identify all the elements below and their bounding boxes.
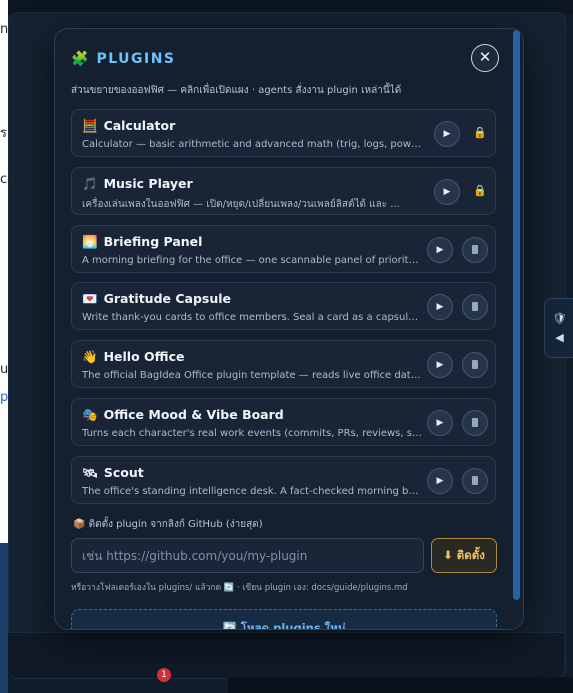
- plugin-card[interactable]: 🧮 Calculator Calculator — basic arithmetic…: [71, 109, 496, 157]
- plugin-description: Write thank-you cards to office members.…: [82, 312, 422, 323]
- lock-icon: 🔒: [473, 126, 487, 139]
- reload-plugins-button[interactable]: 🔄 โหลด plugins ใหม่: [71, 609, 497, 629]
- trash-icon: [472, 360, 478, 369]
- play-button[interactable]: ▶: [427, 468, 453, 494]
- lock-icon: 🔒: [473, 184, 487, 197]
- install-button[interactable]: ⬇ ติดตั้ง: [431, 538, 497, 573]
- install-hint: หรือวางโฟลเดอร์เองใน plugins/ แล้วกด 🔄 ·…: [71, 583, 408, 593]
- notification-badge: 1: [157, 668, 171, 682]
- plugin-description: Turns each character's real work events …: [82, 428, 422, 439]
- left-fragment-5: p: [0, 390, 9, 405]
- plugin-name-label: Briefing Panel: [103, 234, 203, 249]
- plugin-description: The office's standing intelligence desk.…: [82, 486, 422, 497]
- trash-icon: [472, 418, 478, 427]
- plugin-name: 🎵 Music Player: [82, 176, 193, 192]
- plugin-emoji-icon: 👋: [82, 349, 98, 364]
- trash-icon: [472, 476, 478, 485]
- left-fragment-3: ce: [0, 172, 16, 187]
- plugin-card[interactable]: 🛰 Scout The office's standing intelligence…: [71, 456, 496, 504]
- modal-scrollbar[interactable]: [513, 30, 520, 600]
- background-chat-bar: [8, 632, 564, 678]
- modal-header: 🧩 PLUGINS: [71, 47, 176, 71]
- trash-icon: [472, 302, 478, 311]
- plugin-name: 💌 Gratitude Capsule: [82, 291, 231, 307]
- left-fragment-2: ร: [0, 126, 7, 141]
- plugin-description: A morning briefing for the office — one …: [82, 255, 422, 266]
- plugin-description: Calculator — basic arithmetic and advanc…: [82, 139, 422, 150]
- plugin-emoji-icon: 💌: [82, 291, 98, 306]
- plugin-card[interactable]: 👋 Hello Office The official BagIdea Office…: [71, 340, 496, 388]
- plugin-description: เครื่องเล่นเพลงในออฟฟิศ — เปิด/หยุด/เปลี…: [82, 199, 400, 210]
- plugin-name-label: Office Mood & Vibe Board: [103, 407, 284, 422]
- plugin-emoji-icon: 🌅: [82, 234, 98, 249]
- plugins-modal: 🧩 PLUGINS ✕ ส่วนขยายของออฟฟิศ — คลิกเพื่…: [54, 28, 524, 630]
- plugin-card[interactable]: 💌 Gratitude Capsule Write thank-you cards …: [71, 282, 496, 330]
- collapse-left-icon: ◀: [555, 331, 564, 344]
- delete-button[interactable]: [462, 352, 488, 378]
- plugin-name: 🎭 Office Mood & Vibe Board: [82, 407, 284, 423]
- delete-button[interactable]: [462, 468, 488, 494]
- delete-button[interactable]: [462, 237, 488, 263]
- plugin-name-label: Calculator: [103, 118, 176, 133]
- plugin-emoji-icon: 🛰: [82, 465, 98, 480]
- plugin-description: The official BagIdea Office plugin templ…: [82, 370, 422, 381]
- background-bottom-strip: [228, 677, 573, 693]
- left-fragment-1: n: [0, 22, 9, 37]
- close-button[interactable]: ✕: [471, 44, 499, 72]
- install-section-label: 📦 ติดตั้ง plugin จากลิงก์ GitHub (ง่ายสุ…: [73, 519, 263, 530]
- plugin-name: 🌅 Briefing Panel: [82, 234, 202, 250]
- play-button[interactable]: ▶: [427, 237, 453, 263]
- plugin-emoji-icon: 🧮: [82, 118, 98, 133]
- modal-subtitle: ส่วนขยายของออฟฟิศ — คลิกเพื่อเปิดแผง · a…: [71, 85, 402, 96]
- delete-button[interactable]: [462, 410, 488, 436]
- delete-button[interactable]: [462, 294, 488, 320]
- plugin-card[interactable]: 🎭 Office Mood & Vibe Board Turns each char…: [71, 398, 496, 446]
- plugin-card[interactable]: 🎵 Music Player เครื่องเล่นเพลงในออฟฟิศ — เ…: [71, 167, 496, 215]
- plugin-name: 👋 Hello Office: [82, 349, 184, 365]
- modal-title: PLUGINS: [96, 51, 176, 67]
- play-button[interactable]: ▶: [434, 121, 460, 147]
- play-button[interactable]: ▶: [427, 410, 453, 436]
- left-fragment-4: u: [0, 362, 9, 377]
- background-left-footer: [0, 543, 8, 693]
- plugin-name-label: Gratitude Capsule: [103, 291, 232, 306]
- puzzle-icon: 🧩: [71, 51, 89, 67]
- play-button[interactable]: ▶: [427, 294, 453, 320]
- plugin-name: 🧮 Calculator: [82, 118, 175, 134]
- play-button[interactable]: ▶: [427, 352, 453, 378]
- side-panel-toggle[interactable]: 🛡 ◀: [544, 298, 573, 358]
- plugin-name-label: Hello Office: [103, 349, 185, 364]
- play-button[interactable]: ▶: [434, 179, 460, 205]
- plugin-name-label: Music Player: [103, 176, 193, 191]
- plugin-emoji-icon: 🎭: [82, 407, 98, 422]
- plugin-name-label: Scout: [103, 465, 144, 480]
- shield-icon: 🛡: [552, 312, 567, 325]
- github-url-input[interactable]: [71, 538, 424, 573]
- plugin-card[interactable]: 🌅 Briefing Panel A morning briefing for th…: [71, 225, 496, 273]
- plugin-emoji-icon: 🎵: [82, 176, 98, 191]
- trash-icon: [472, 245, 478, 254]
- plugin-name: 🛰 Scout: [82, 465, 144, 481]
